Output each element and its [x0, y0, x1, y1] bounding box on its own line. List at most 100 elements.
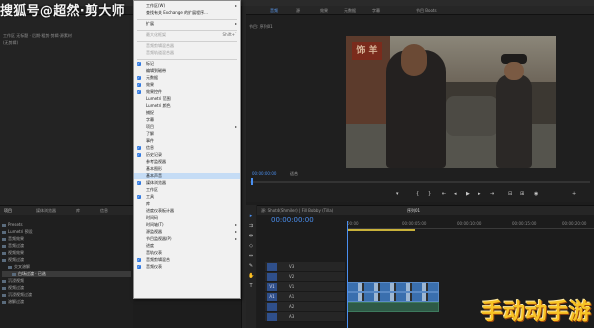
video-clip[interactable] [347, 292, 439, 302]
menu-item-libraries[interactable]: 库 [134, 201, 240, 207]
menu-item-lumetri-color[interactable]: Lumetri 颜色 [134, 103, 240, 109]
extract-icon[interactable]: ⊞ [520, 191, 524, 197]
add-marker-icon[interactable]: ▾ [396, 191, 399, 197]
tab-source[interactable]: 源 [296, 8, 300, 14]
tab-program[interactable]: 节目 Boots [416, 8, 437, 14]
menu-item-extensions[interactable]: 扩展 ▸ [134, 21, 240, 27]
menu-item-workspace[interactable]: 工作区(W) ▸ [134, 3, 240, 9]
menu-item-lumetri-scopes[interactable]: Lumetri 范围 [134, 96, 240, 102]
track-header-v1[interactable]: V1 V1 [265, 282, 345, 292]
effect-folder[interactable]: 视频效果 [2, 250, 131, 256]
menu-item-events[interactable]: 事件 [134, 138, 240, 144]
menu-item-audio-track-mixer[interactable]: 音频轨道混合器 [134, 50, 240, 56]
tab-audio[interactable]: 音频 [270, 8, 278, 14]
menu-item-learn[interactable]: 了解 [134, 131, 240, 137]
button-editor-icon[interactable]: + [572, 191, 576, 197]
shop-sign: 饰 羊 [352, 42, 382, 60]
menu-item-program-monitor[interactable]: 节目监视器(P) ▸ [134, 236, 240, 242]
hand-tool-icon[interactable]: ✋ [248, 273, 254, 279]
video-clip[interactable] [347, 282, 439, 292]
menu-item-reference-monitor[interactable]: 参考监视器 [134, 159, 240, 165]
track-select-tool-icon[interactable]: ⇉ [248, 223, 254, 229]
menu-item-maximize-frame[interactable]: 最大化框架 Shift+` [134, 32, 240, 38]
menu-item-info[interactable]: 信息 [134, 145, 240, 151]
menu-item-essential-sound[interactable]: 基本声音 [134, 173, 240, 180]
audio-clip[interactable] [347, 302, 439, 312]
selection-tool-icon[interactable]: ▸ [248, 213, 254, 219]
tab-libraries[interactable]: 库 [76, 208, 80, 214]
effect-folder[interactable]: 音频过渡 [2, 243, 131, 249]
slip-tool-icon[interactable]: ⇔ [248, 253, 254, 259]
time-ruler[interactable]: 00:00 00:00:05:00 00:00:10:00 00:00:15:0… [347, 221, 594, 229]
ripple-edit-tool-icon[interactable]: ⇹ [248, 233, 254, 239]
tab-source-sequence[interactable]: 源: Shot4(Shmiler) | Fill Bobby (Tilla) [261, 208, 333, 214]
fit-dropdown[interactable]: 适合 [290, 171, 298, 177]
effect-subfolder[interactable]: 交叉溶解 [2, 264, 131, 270]
menu-item-tools[interactable]: 工具 [134, 194, 240, 200]
menu-item-effect-controls[interactable]: 效果控件 [134, 89, 240, 95]
menu-item-find-extensions[interactable]: 查找有关 Exchange 的扩展程序... [134, 10, 240, 16]
play-icon[interactable]: ▶ [466, 191, 470, 197]
mark-out-icon[interactable]: } [428, 191, 431, 197]
menu-item-timecode[interactable]: 时间码 [134, 215, 240, 221]
program-timecode[interactable]: 00:00:00:00 [252, 171, 276, 176]
track-header-a3[interactable]: A3 [265, 312, 345, 322]
effect-folder[interactable]: Presets [2, 222, 131, 228]
razor-tool-icon[interactable]: ◇ [248, 243, 254, 249]
track-header-v3[interactable]: V3 [265, 262, 345, 272]
menu-item-edit-to-tape[interactable]: 编辑到磁带 [134, 68, 240, 74]
pen-tool-icon[interactable]: ✎ [248, 263, 254, 269]
go-to-in-icon[interactable]: ⇤ [442, 191, 446, 197]
menu-item-effects[interactable]: 效果 [134, 82, 240, 88]
menu-item-track-meters[interactable]: 音轨仪表 [134, 250, 240, 256]
menu-item-audio-meters[interactable]: 音频仪表 [134, 264, 240, 270]
menu-item-progress[interactable]: 进度 [134, 243, 240, 249]
tab-info[interactable]: 信息 [100, 208, 108, 214]
menu-item-workspaces[interactable]: 工作区 [134, 187, 240, 193]
timeline-timecode[interactable]: 00:00:00:00 [271, 216, 314, 224]
menu-item-markers[interactable]: 标记 [134, 61, 240, 67]
track-header-a1[interactable]: A1 A1 [265, 292, 345, 302]
effect-folder[interactable]: 视频过渡 [2, 257, 131, 263]
menu-item-essential-graphics[interactable]: 基本图形 [134, 166, 240, 172]
effect-folder[interactable]: 沉浸视频 [2, 278, 131, 284]
menu-item-history[interactable]: 历史记录 [134, 152, 240, 158]
menu-item-timelines[interactable]: 时间轴(T) ▸ [134, 222, 240, 228]
menu-item-source-monitor[interactable]: 源监视器 ▸ [134, 229, 240, 235]
menu-item-metadata[interactable]: 元数据 [134, 75, 240, 81]
menu-item-capture[interactable]: 捕捉 [134, 110, 240, 116]
tab-metadata[interactable]: 元数据 [344, 8, 356, 14]
tab-captions[interactable]: 字幕 [372, 8, 380, 14]
menu-item-captions[interactable]: 字幕 [134, 117, 240, 123]
effect-folder[interactable]: 溶解过渡 [2, 299, 131, 305]
go-to-out-icon[interactable]: ⇥ [490, 191, 494, 197]
folder-icon [2, 300, 6, 304]
effect-folder[interactable]: Lumetri 预设 [2, 229, 131, 235]
menu-item-media-browser[interactable]: 媒体浏览器 [134, 180, 240, 186]
menu-item-audio-clip-mixer[interactable]: 音频剪辑混合器 [134, 43, 240, 49]
mark-in-icon[interactable]: { [416, 191, 419, 197]
program-playhead[interactable] [251, 178, 253, 185]
program-scrubber[interactable] [250, 181, 590, 183]
menu-item-project[interactable]: 项目 ▸ [134, 124, 240, 130]
track-header-a2[interactable]: A2 [265, 302, 345, 312]
tab-media-browser[interactable]: 媒体浏览器 [36, 208, 56, 214]
tab-project[interactable]: 项目 [4, 208, 12, 214]
track-header-v2[interactable]: V2 [265, 272, 345, 282]
lift-icon[interactable]: ⊟ [508, 191, 512, 197]
timeline-playhead[interactable] [347, 221, 348, 328]
effect-folder[interactable]: 视频过渡 [2, 285, 131, 291]
effect-folder[interactable]: 音频效果 [2, 236, 131, 242]
menu-item-audio-clip-mix[interactable]: 音频剪辑混合 [134, 257, 240, 263]
effect-item-selected[interactable]: 白场过渡 · 已选 [2, 271, 131, 277]
tab-sequence[interactable]: 序列01 [407, 208, 420, 214]
menu-item-progress-dashboard[interactable]: 进度仪表板计器 [134, 208, 240, 214]
work-area-bar[interactable] [347, 229, 415, 231]
step-back-icon[interactable]: ◂ [454, 191, 457, 197]
export-frame-icon[interactable]: ◉ [534, 191, 538, 197]
panel-divider[interactable] [241, 6, 246, 328]
step-forward-icon[interactable]: ▸ [478, 191, 481, 197]
tab-effects[interactable]: 效果 [320, 8, 328, 14]
effect-folder[interactable]: 沉浸视频过渡 [2, 292, 131, 298]
type-tool-icon[interactable]: T [248, 283, 254, 289]
